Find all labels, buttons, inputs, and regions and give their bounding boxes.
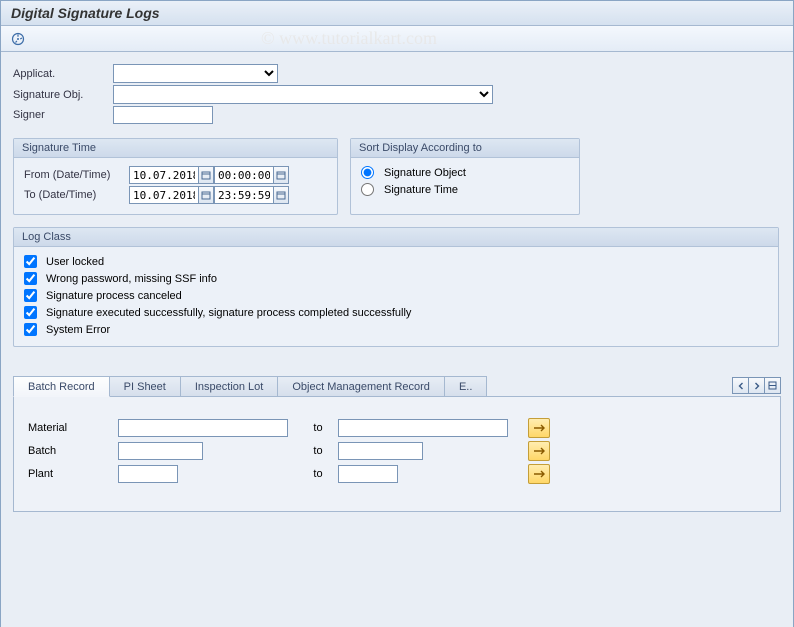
tab-object-mgmt-record[interactable]: Object Management Record: [277, 376, 445, 396]
logclass-item-success[interactable]: Signature executed successfully, signatu…: [24, 304, 768, 321]
sort-opt-label: Signature Object: [384, 167, 466, 179]
tab-panel-batch-record: Material to Batch to Plant to: [13, 397, 781, 512]
signer-input[interactable]: [113, 106, 213, 124]
to-time-input[interactable]: [214, 186, 274, 204]
logclass-label: Signature process canceled: [46, 290, 182, 302]
batch-multiselect-icon[interactable]: [528, 441, 550, 461]
applicat-dropdown[interactable]: [113, 64, 278, 83]
logclass-label: Signature executed successfully, signatu…: [46, 307, 411, 319]
sort-radio-sigobj[interactable]: [361, 166, 374, 179]
tab-strip: Batch Record PI Sheet Inspection Lot Obj…: [13, 375, 781, 397]
from-date-input[interactable]: [129, 166, 199, 184]
to-label: to: [298, 445, 338, 457]
material-to-input[interactable]: [338, 419, 508, 437]
batch-to-input[interactable]: [338, 442, 423, 460]
from-date-picker-icon[interactable]: [198, 166, 214, 184]
logclass-item-userlocked[interactable]: User locked: [24, 253, 768, 270]
logclass-label: Wrong password, missing SSF info: [46, 273, 217, 285]
tab-pi-sheet[interactable]: PI Sheet: [109, 376, 181, 396]
from-time-picker-icon[interactable]: [273, 166, 289, 184]
tab-scroll-left-icon[interactable]: [732, 377, 749, 394]
sort-box: Sort Display According to Signature Obje…: [350, 138, 580, 215]
tab-list-icon[interactable]: [764, 377, 781, 394]
material-from-input[interactable]: [118, 419, 288, 437]
logclass-item-canceled[interactable]: Signature process canceled: [24, 287, 768, 304]
log-class-title: Log Class: [14, 228, 778, 247]
plant-multiselect-icon[interactable]: [528, 464, 550, 484]
logclass-item-wrongpw[interactable]: Wrong password, missing SSF info: [24, 270, 768, 287]
logclass-cb[interactable]: [24, 306, 37, 319]
watermark: © www.tutorialkart.com: [261, 28, 437, 49]
tab-batch-record[interactable]: Batch Record: [13, 376, 110, 397]
to-label: to: [298, 422, 338, 434]
to-date-picker-icon[interactable]: [198, 186, 214, 204]
to-label: to: [298, 468, 338, 480]
to-time-picker-icon[interactable]: [273, 186, 289, 204]
batch-from-input[interactable]: [118, 442, 203, 460]
to-date-input[interactable]: [129, 186, 199, 204]
execute-icon[interactable]: [11, 32, 25, 46]
logclass-cb[interactable]: [24, 323, 37, 336]
log-class-box: Log Class User locked Wrong password, mi…: [13, 227, 779, 347]
sort-title: Sort Display According to: [351, 139, 579, 158]
logclass-item-syserr[interactable]: System Error: [24, 321, 768, 338]
logclass-cb[interactable]: [24, 255, 37, 268]
logclass-label: System Error: [46, 324, 110, 336]
from-time-input[interactable]: [214, 166, 274, 184]
batch-label: Batch: [28, 445, 118, 457]
applicat-label: Applicat.: [13, 68, 113, 80]
logclass-cb[interactable]: [24, 272, 37, 285]
sort-radio-sigtime[interactable]: [361, 183, 374, 196]
sig-obj-label: Signature Obj.: [13, 89, 113, 101]
signature-time-box: Signature Time From (Date/Time) To (Date…: [13, 138, 338, 215]
tab-more[interactable]: E..: [444, 376, 487, 396]
tab-area: Batch Record PI Sheet Inspection Lot Obj…: [13, 375, 781, 512]
content-area: Applicat. Signature Obj. Signer Signatur…: [1, 52, 793, 627]
tab-scroll-right-icon[interactable]: [748, 377, 765, 394]
toolbar: © www.tutorialkart.com: [1, 26, 793, 52]
from-label: From (Date/Time): [24, 169, 129, 181]
logclass-label: User locked: [46, 256, 104, 268]
sort-opt-label: Signature Time: [384, 184, 458, 196]
sort-opt-sigtime[interactable]: Signature Time: [361, 181, 569, 198]
to-label: To (Date/Time): [24, 189, 129, 201]
signer-label: Signer: [13, 109, 113, 121]
plant-to-input[interactable]: [338, 465, 398, 483]
logclass-cb[interactable]: [24, 289, 37, 302]
plant-label: Plant: [28, 468, 118, 480]
signature-time-title: Signature Time: [14, 139, 337, 158]
sig-obj-dropdown[interactable]: [113, 85, 493, 104]
tab-nav: [733, 377, 781, 396]
tab-inspection-lot[interactable]: Inspection Lot: [180, 376, 279, 396]
page-title: Digital Signature Logs: [1, 1, 793, 26]
plant-from-input[interactable]: [118, 465, 178, 483]
material-label: Material: [28, 422, 118, 434]
material-multiselect-icon[interactable]: [528, 418, 550, 438]
sort-opt-sigobj[interactable]: Signature Object: [361, 164, 569, 181]
